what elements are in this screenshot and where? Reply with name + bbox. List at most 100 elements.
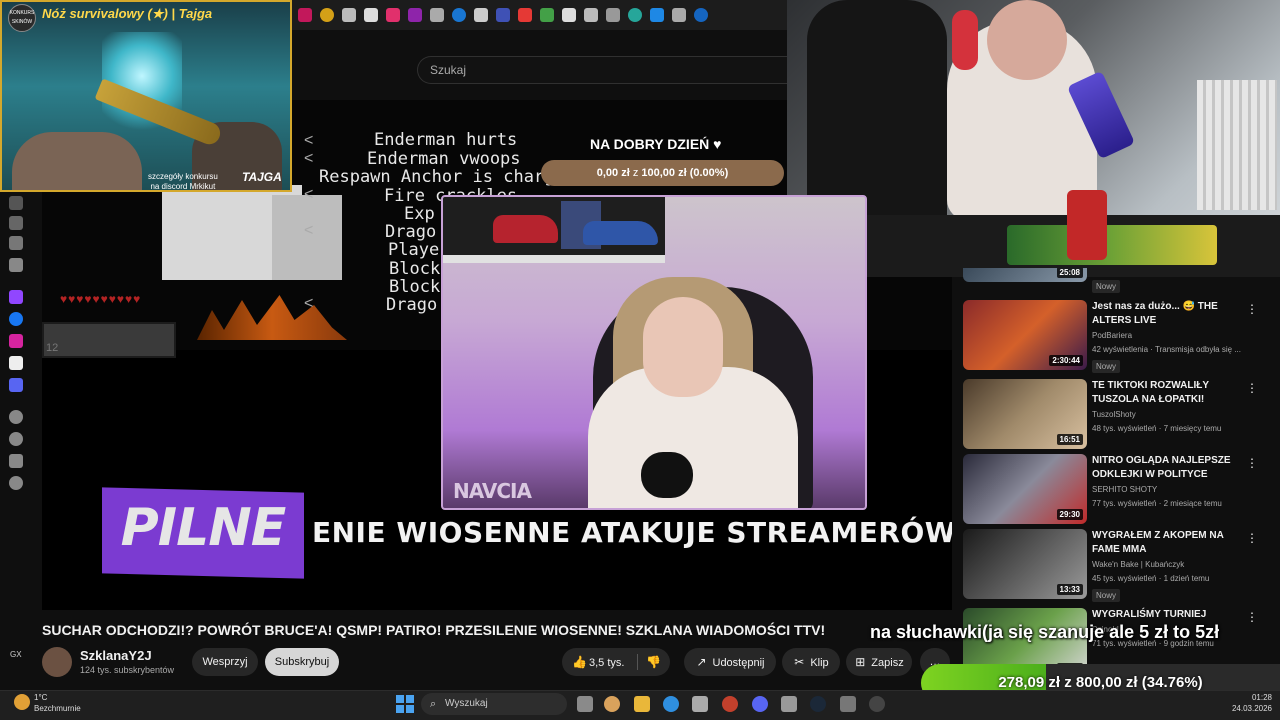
- more-vert-icon[interactable]: ⋮: [1246, 302, 1258, 316]
- bookmark-icon[interactable]: [650, 8, 664, 22]
- clip-button[interactable]: ✂ Klip: [782, 648, 840, 676]
- twitch-icon[interactable]: [9, 290, 23, 304]
- video-thumbnail[interactable]: 25:08: [963, 268, 1087, 282]
- bookmark-icon[interactable]: [584, 8, 598, 22]
- video-thumbnail[interactable]: 29:30: [963, 454, 1087, 524]
- bookmark-icon[interactable]: [562, 8, 576, 22]
- bookmark-icon[interactable]: [474, 8, 488, 22]
- start-button[interactable]: [396, 695, 414, 713]
- tiktok-icon[interactable]: [9, 356, 23, 370]
- bookmark-icon[interactable]: [672, 8, 686, 22]
- goal-current: 278,09 zł: [998, 674, 1061, 691]
- channel-name[interactable]: SzklanaY2J: [80, 648, 152, 663]
- save-button[interactable]: ⊞ Zapisz: [846, 648, 912, 676]
- clock-time[interactable]: 01:28: [1236, 693, 1272, 702]
- recommendation-channel[interactable]: Wake'n Bake | Kubańczyk: [1092, 560, 1184, 569]
- subscribe-button[interactable]: Subskrybuj: [265, 648, 339, 676]
- new-badge: Nowy: [1092, 589, 1121, 602]
- streamer-label: NAVCIA: [453, 479, 532, 503]
- person-face: [643, 297, 723, 397]
- bookmark-icon[interactable]: [430, 8, 444, 22]
- recommendation-channel[interactable]: TuszolShoty: [1092, 410, 1136, 419]
- avatar[interactable]: [42, 647, 72, 677]
- subtitle-arrow-icon: <: [304, 295, 314, 312]
- like-count: 3,5 tys.: [589, 657, 625, 669]
- recommendation-title[interactable]: NITRO OGLĄDA NAJLEPSZE ODKLEJKI W POLITY…: [1092, 454, 1244, 482]
- recommendation-title[interactable]: WYGRALIŚMY TURNIEJ: [1092, 608, 1244, 622]
- health-hearts: ♥♥♥♥♥♥♥♥♥♥: [60, 292, 142, 306]
- subtitle-line: Block: [389, 277, 441, 297]
- app-icon[interactable]: [840, 696, 856, 712]
- more-vert-icon[interactable]: ⋮: [1246, 610, 1258, 624]
- thumb-down-icon[interactable]: 👎: [646, 648, 661, 676]
- weather-icon[interactable]: [14, 694, 30, 710]
- bookmark-icon[interactable]: [342, 8, 356, 22]
- edge-icon[interactable]: [663, 696, 679, 712]
- search-input[interactable]: Szukaj: [417, 56, 787, 84]
- workspace-icon[interactable]: [9, 216, 23, 230]
- discord-icon[interactable]: [752, 696, 768, 712]
- goal-target: 800,00 zł: [1075, 674, 1138, 691]
- subtitle-line: Exp: [404, 204, 435, 224]
- share-icon: ↗: [696, 655, 707, 669]
- notes-icon[interactable]: [9, 236, 23, 250]
- bookmark-icon[interactable]: [518, 8, 532, 22]
- app-icon[interactable]: [781, 696, 797, 712]
- video-thumbnail[interactable]: 16:51: [963, 379, 1087, 449]
- taskbar-search[interactable]: Wyszukaj: [421, 693, 567, 715]
- news-ticker: ENIE WIOSENNE ATAKUJE STREAMERÓW!?: [312, 516, 952, 549]
- recommendation-title[interactable]: TE TIKTOKI ROZWALIŁY TUSZOLA NA ŁOPATKI!: [1092, 379, 1244, 407]
- opera-gx-icon[interactable]: [722, 696, 738, 712]
- bookmark-icon[interactable]: [364, 8, 378, 22]
- like-button[interactable]: 👍 3,5 tys. 👎: [562, 648, 670, 676]
- obs-icon[interactable]: [869, 696, 885, 712]
- bookmark-icon[interactable]: [540, 8, 554, 22]
- contest-logo: KONKURS SKINÓW: [8, 4, 36, 32]
- video-thumbnail[interactable]: 13:33: [963, 529, 1087, 599]
- recommendation-item[interactable]: 2:30:44 Jest nas za dużo... 😅 THE ALTERS …: [963, 300, 1273, 373]
- bookmark-icon[interactable]: [298, 8, 312, 22]
- discord-icon[interactable]: [9, 378, 23, 392]
- recommendation-item[interactable]: 29:30 NITRO OGLĄDA NAJLEPSZE ODKLEJKI W P…: [963, 454, 1273, 524]
- scissors-icon: ✂: [794, 655, 805, 669]
- extensions-icon[interactable]: [9, 454, 23, 468]
- steam-icon[interactable]: [810, 696, 826, 712]
- instagram-icon[interactable]: [9, 334, 23, 348]
- gx-label[interactable]: GX: [10, 650, 22, 659]
- video-thumbnail[interactable]: 2:30:44: [963, 300, 1087, 370]
- task-view-icon[interactable]: [577, 696, 593, 712]
- recommendation-item[interactable]: 16:51 TE TIKTOKI ROZWALIŁY TUSZOLA NA ŁOP…: [963, 379, 1273, 449]
- radiator: [1197, 80, 1277, 210]
- file-explorer-icon[interactable]: [634, 696, 650, 712]
- more-vert-icon[interactable]: ⋮: [1246, 381, 1258, 395]
- copilot-icon[interactable]: [604, 696, 620, 712]
- store-icon[interactable]: [692, 696, 708, 712]
- subscriber-count: 124 tys. subskrybentów: [80, 665, 175, 675]
- bookmark-icon[interactable]: [606, 8, 620, 22]
- more-vert-icon[interactable]: ⋮: [1246, 531, 1258, 545]
- bookmark-icon[interactable]: [320, 8, 334, 22]
- more-vert-icon[interactable]: ⋮: [1246, 456, 1258, 470]
- recommendation-channel[interactable]: PodBariera: [1092, 331, 1132, 340]
- bookmark-icon[interactable]: [386, 8, 400, 22]
- recommendation-title[interactable]: Jest nas za dużo... 😅 THE ALTERS LIVE: [1092, 300, 1244, 328]
- support-button[interactable]: Wesprzyj: [192, 648, 258, 676]
- messenger-icon[interactable]: [9, 312, 23, 326]
- bookmark-icon[interactable]: [408, 8, 422, 22]
- sidebar-expand-icon[interactable]: [9, 196, 23, 210]
- recommendation-item[interactable]: 25:08 Nowy: [963, 208, 1273, 293]
- clock-icon[interactable]: [9, 432, 23, 446]
- settings-gear-icon[interactable]: [9, 476, 23, 490]
- bookmark-icon[interactable]: [694, 8, 708, 22]
- bookmark-icon[interactable]: [496, 8, 510, 22]
- clock-date[interactable]: 24.03.2026: [1218, 704, 1272, 713]
- wallet-icon[interactable]: [9, 258, 23, 272]
- bookmark-icon[interactable]: [452, 8, 466, 22]
- recommendation-item[interactable]: 13:33 WYGRAŁEM Z AKOPEM NA FAME MMA Wake'n…: [963, 529, 1273, 602]
- recommendation-channel[interactable]: SERHITO SHOTY: [1092, 485, 1157, 494]
- recommendation-title[interactable]: WYGRAŁEM Z AKOPEM NA FAME MMA: [1092, 529, 1244, 557]
- share-button[interactable]: ↗ Udostępnij: [684, 648, 776, 676]
- bookmark-icon[interactable]: [628, 8, 642, 22]
- history-icon[interactable]: [9, 410, 23, 424]
- subtitle-arrow-icon: <: [304, 222, 314, 239]
